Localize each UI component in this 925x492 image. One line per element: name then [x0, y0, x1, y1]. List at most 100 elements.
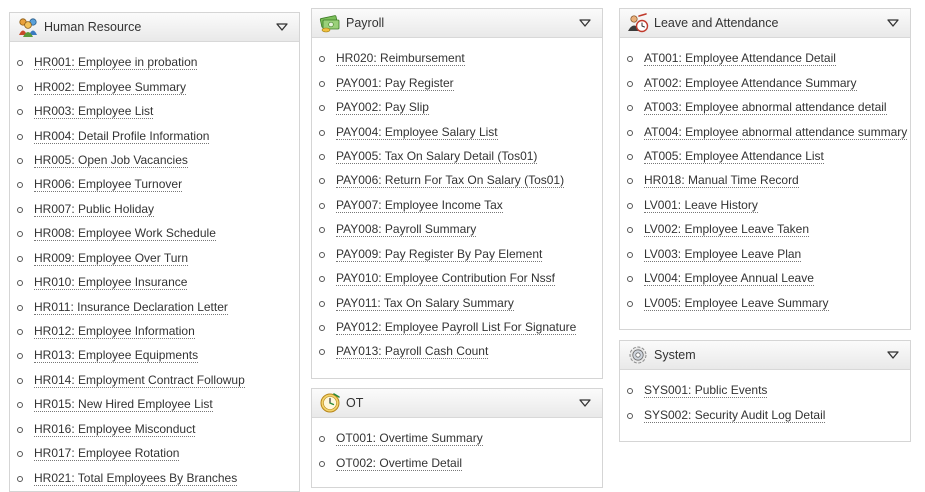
- report-link[interactable]: PAY001: Pay Register: [336, 76, 454, 91]
- report-link[interactable]: PAY002: Pay Slip: [336, 101, 429, 116]
- report-link[interactable]: HR012: Employee Information: [34, 325, 195, 340]
- report-link[interactable]: HR013: Employee Equipments: [34, 349, 199, 364]
- report-list-item: SYS002: Security Audit Log Detail: [620, 403, 910, 427]
- report-link[interactable]: PAY008: Payroll Summary: [336, 223, 477, 238]
- report-link[interactable]: PAY007: Employee Income Tax: [336, 198, 503, 213]
- report-link[interactable]: HR021: Total Employees By Branches: [34, 471, 238, 486]
- report-link[interactable]: HR018: Manual Time Record: [644, 174, 799, 189]
- report-link[interactable]: OT002: Overtime Detail: [336, 456, 463, 471]
- report-list: HR020: Reimbursement PAY001: Pay Register…: [312, 38, 602, 365]
- report-link[interactable]: PAY009: Pay Register By Pay Element: [336, 247, 543, 262]
- report-link[interactable]: LV004: Employee Annual Leave: [644, 272, 814, 287]
- report-list-item: PAY004: Employee Salary List: [312, 120, 602, 144]
- report-list-item: AT001: Employee Attendance Detail: [620, 47, 910, 71]
- panel-header: Human Resource: [10, 13, 299, 42]
- bullet-icon: [627, 227, 633, 234]
- report-list-item: HR017: Employee Rotation: [10, 442, 299, 466]
- bullet-icon: [627, 105, 633, 112]
- report-link[interactable]: LV002: Employee Leave Taken: [644, 223, 810, 238]
- report-link[interactable]: HR008: Employee Work Schedule: [34, 227, 216, 242]
- panel-title: Payroll: [346, 16, 385, 30]
- report-link[interactable]: HR011: Insurance Declaration Letter: [34, 300, 228, 315]
- report-link[interactable]: HR014: Employment Contract Followup: [34, 373, 245, 388]
- bullet-icon: [17, 304, 23, 311]
- bullet-icon: [17, 157, 23, 164]
- report-link[interactable]: LV005: Employee Leave Summary: [644, 296, 829, 311]
- report-list-item: SYS001: Public Events: [620, 379, 910, 403]
- bullet-icon: [319, 56, 325, 63]
- report-link[interactable]: PAY005: Tax On Salary Detail (Tos01): [336, 149, 538, 164]
- report-list-item: PAY002: Pay Slip: [312, 96, 602, 120]
- panel-ot: OT OT001: Overtime Summary OT002: Overtim…: [311, 388, 603, 488]
- report-list-item: PAY005: Tax On Salary Detail (Tos01): [312, 145, 602, 169]
- report-link[interactable]: HR015: New Hired Employee List: [34, 398, 213, 413]
- report-link[interactable]: HR005: Open Job Vacancies: [34, 153, 188, 168]
- report-list-item: HR012: Employee Information: [10, 320, 299, 344]
- report-link[interactable]: PAY006: Return For Tax On Salary (Tos01): [336, 174, 565, 189]
- collapse-toggle-icon[interactable]: [884, 346, 902, 364]
- report-list: SYS001: Public Events SYS002: Security Au…: [620, 370, 910, 428]
- report-link[interactable]: PAY013: Payroll Cash Count: [336, 345, 489, 360]
- collapse-toggle-icon[interactable]: [576, 14, 594, 32]
- panel-header: Payroll: [312, 9, 602, 38]
- bullet-icon: [627, 276, 633, 283]
- panel-title: System: [654, 348, 696, 362]
- bullet-icon: [627, 251, 633, 258]
- report-link[interactable]: HR007: Public Holiday: [34, 202, 155, 217]
- gear-icon: [627, 344, 649, 366]
- report-link[interactable]: AT003: Employee abnormal attendance deta…: [644, 101, 887, 116]
- report-list-item: AT004: Employee abnormal attendance summ…: [620, 120, 910, 144]
- report-link[interactable]: AT004: Employee abnormal attendance summ…: [644, 125, 908, 140]
- report-link[interactable]: HR001: Employee in probation: [34, 56, 198, 71]
- panel-system: System SYS001: Public Events SYS002: Secu…: [619, 340, 911, 442]
- bullet-icon: [319, 325, 325, 332]
- panel-header: OT: [312, 389, 602, 418]
- report-link[interactable]: HR002: Employee Summary: [34, 80, 187, 95]
- report-link[interactable]: PAY011: Tax On Salary Summary: [336, 296, 514, 311]
- report-link[interactable]: SYS001: Public Events: [644, 384, 768, 399]
- panel-leave-attendance: Leave and Attendance AT001: Employee Att…: [619, 8, 911, 330]
- collapse-toggle-icon[interactable]: [273, 18, 291, 36]
- report-link[interactable]: PAY010: Employee Contribution For Nssf: [336, 272, 555, 287]
- report-list-item: LV005: Employee Leave Summary: [620, 291, 910, 315]
- report-link[interactable]: SYS002: Security Audit Log Detail: [644, 408, 826, 423]
- report-link[interactable]: OT001: Overtime Summary: [336, 432, 483, 447]
- bullet-icon: [319, 153, 325, 160]
- bullet-icon: [319, 80, 325, 87]
- report-link[interactable]: HR009: Employee Over Turn: [34, 251, 189, 266]
- report-link[interactable]: LV003: Employee Leave Plan: [644, 247, 802, 262]
- report-link[interactable]: AT002: Employee Attendance Summary: [644, 76, 857, 91]
- report-link[interactable]: HR003: Employee List: [34, 105, 154, 120]
- report-link[interactable]: HR016: Employee Misconduct: [34, 422, 196, 437]
- report-link[interactable]: HR017: Employee Rotation: [34, 447, 180, 462]
- people-group-icon: [17, 16, 39, 38]
- bullet-icon: [627, 56, 633, 63]
- bullet-icon: [17, 475, 23, 482]
- report-link[interactable]: AT005: Employee Attendance List: [644, 149, 824, 164]
- report-link[interactable]: PAY012: Employee Payroll List For Signat…: [336, 321, 577, 336]
- report-list-item: PAY006: Return For Tax On Salary (Tos01): [312, 169, 602, 193]
- report-list-item: PAY007: Employee Income Tax: [312, 194, 602, 218]
- report-link[interactable]: HR010: Employee Insurance: [34, 276, 188, 291]
- bullet-icon: [319, 436, 325, 443]
- bullet-icon: [17, 377, 23, 384]
- report-list-item: HR010: Employee Insurance: [10, 271, 299, 295]
- report-list-item: PAY009: Pay Register By Pay Element: [312, 243, 602, 267]
- report-list-item: AT002: Employee Attendance Summary: [620, 71, 910, 95]
- report-link[interactable]: AT001: Employee Attendance Detail: [644, 52, 836, 67]
- clock-icon: [319, 392, 341, 414]
- report-link[interactable]: HR006: Employee Turnover: [34, 178, 183, 193]
- report-link[interactable]: HR020: Reimbursement: [336, 52, 465, 67]
- report-link[interactable]: PAY004: Employee Salary List: [336, 125, 498, 140]
- report-list-item: LV001: Leave History: [620, 194, 910, 218]
- bullet-icon: [627, 153, 633, 160]
- bullet-icon: [319, 349, 325, 356]
- collapse-toggle-icon[interactable]: [884, 14, 902, 32]
- report-link[interactable]: HR004: Detail Profile Information: [34, 129, 210, 144]
- bullet-icon: [319, 129, 325, 136]
- report-list-item: HR004: Detail Profile Information: [10, 124, 299, 148]
- bullet-icon: [17, 182, 23, 189]
- report-link[interactable]: LV001: Leave History: [644, 198, 758, 213]
- bullet-icon: [319, 105, 325, 112]
- collapse-toggle-icon[interactable]: [576, 394, 594, 412]
